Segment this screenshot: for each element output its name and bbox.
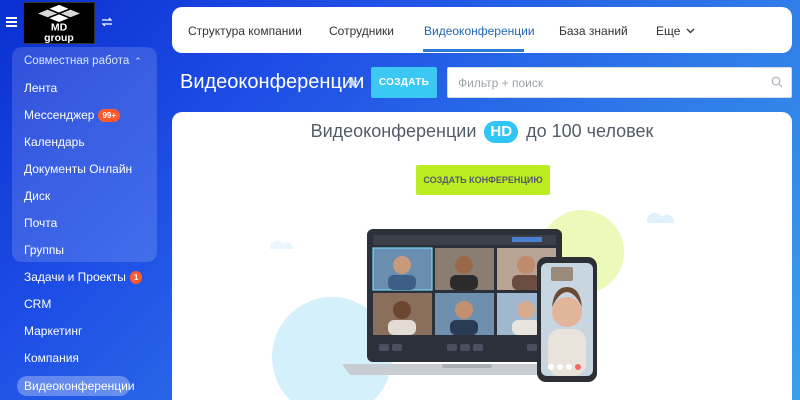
sidebar-item-label: Маркетинг [24, 324, 83, 338]
active-tab-underline [423, 49, 524, 52]
tab-company-structure[interactable]: Структура компании [188, 24, 302, 38]
sidebar-item-videoconferences[interactable]: Видеоконференции [24, 379, 135, 393]
logo-line2: group [44, 33, 74, 43]
sidebar-item-messenger[interactable]: Мессенджер 99+ [24, 108, 121, 122]
search-icon[interactable] [771, 76, 783, 88]
sidebar-item-label: Группы [24, 243, 64, 257]
chevron-down-icon [686, 28, 695, 34]
sidebar-item-mail[interactable]: Почта [24, 216, 57, 230]
main-panel: Видеоконференции HD до 100 человек СОЗДА… [172, 112, 792, 400]
sidebar-item-label: Мессенджер [24, 108, 95, 122]
sidebar-item-label: Видеоконференции [24, 379, 135, 393]
tab-more[interactable]: Еще [656, 24, 695, 38]
sidebar-item-label: Компания [24, 351, 79, 365]
company-logo[interactable]: MD group [23, 2, 95, 44]
sidebar-item-documents[interactable]: Документы Онлайн [24, 162, 132, 176]
tab-employees[interactable]: Сотрудники [329, 24, 394, 38]
star-icon[interactable]: ★ [345, 73, 359, 93]
tab-videoconferences[interactable]: Видеоконференции [424, 24, 535, 38]
sidebar-item-feed[interactable]: Лента [24, 81, 57, 95]
logo-line1: MD [51, 23, 68, 34]
sidebar-item-label: CRM [24, 297, 52, 311]
sidebar-item-marketing[interactable]: Маркетинг [24, 324, 82, 338]
create-conference-button[interactable]: СОЗДАТЬ КОНФЕРЕНЦИЮ [416, 165, 550, 195]
messenger-count-badge: 99+ [98, 109, 121, 122]
sidebar-item-tasks[interactable]: Задачи и Проекты 1 [24, 270, 143, 284]
sidebar-group-title-label: Совместная работа [24, 55, 130, 67]
chevron-up-icon: ⌃ [134, 56, 142, 66]
sidebar-item-label: Документы Онлайн [24, 162, 133, 176]
sidebar-item-company[interactable]: Компания [24, 351, 79, 365]
sidebar-item-label: Диск [24, 189, 51, 203]
sidebar-item-disk[interactable]: Диск [24, 189, 50, 203]
hero-text-start: Видеоконференции [310, 121, 477, 141]
tab-knowledge-base[interactable]: База знаний [559, 24, 628, 38]
sidebar-item-groups[interactable]: Группы [24, 243, 64, 257]
top-navigation: Структура компании Сотрудники Видеоконфе… [172, 7, 792, 53]
hd-badge: HD [484, 121, 519, 143]
sidebar-item-calendar[interactable]: Календарь [24, 135, 85, 149]
page-title: Видеоконференции [180, 71, 365, 93]
sidebar-group-title[interactable]: Совместная работа ⌃ [24, 54, 142, 68]
search-input[interactable] [447, 67, 792, 98]
swap-icon[interactable] [101, 17, 113, 27]
hero-text-end: до 100 человек [526, 121, 654, 141]
hero-heading: Видеоконференции HD до 100 человек [172, 121, 792, 143]
tasks-count-badge: 1 [129, 271, 143, 284]
sidebar-item-label: Почта [24, 216, 58, 230]
sidebar-item-crm[interactable]: CRM [24, 297, 51, 311]
sidebar-item-label: Задачи и Проекты [24, 270, 126, 284]
sidebar-item-label: Календарь [24, 135, 85, 149]
tab-more-label: Еще [656, 24, 681, 38]
create-button[interactable]: СОЗДАТЬ [371, 67, 437, 98]
sidebar-item-label: Лента [24, 81, 58, 95]
menu-icon[interactable] [6, 17, 17, 27]
video-conference-illustration [270, 210, 675, 400]
